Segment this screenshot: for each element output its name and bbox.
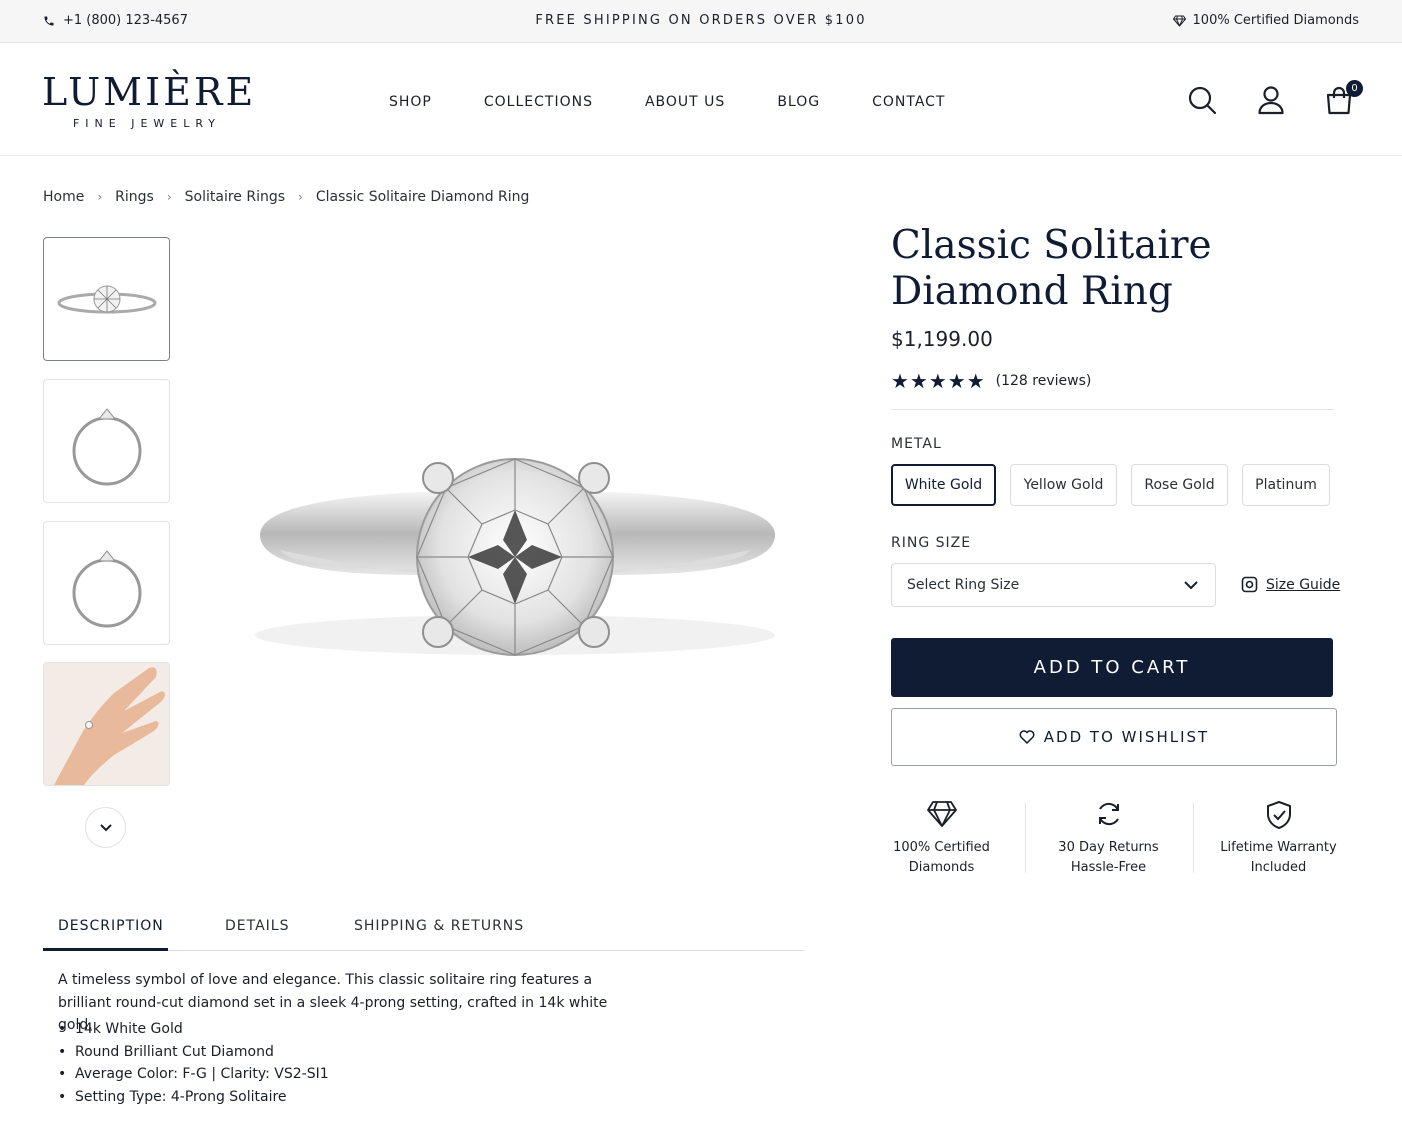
certified-badge: 100% Certified Diamonds: [1172, 13, 1359, 28]
list-item: Setting Type: 4-Prong Solitaire: [58, 1086, 329, 1109]
nav-about-us[interactable]: ABOUT US: [645, 94, 725, 110]
size-guide-label: Size Guide: [1266, 576, 1341, 593]
list-item: Average Color: F-G | Clarity: VS2-SI1: [58, 1063, 329, 1086]
feature-warranty-line2: Included: [1250, 860, 1307, 875]
cart-count-badge: 0: [1346, 80, 1363, 97]
breadcrumb-current: Classic Solitaire Diamond Ring: [315, 189, 530, 205]
chevron-right-icon: ›: [298, 190, 303, 204]
metal-option-yellow-gold[interactable]: Yellow Gold: [1010, 464, 1117, 506]
feature-returns: 30 Day Returns Hassle-Free: [1026, 800, 1191, 878]
shield-check-icon: [1266, 801, 1291, 829]
metal-label: METAL: [891, 436, 942, 452]
search-icon[interactable]: [1187, 85, 1219, 117]
diamond-icon: [926, 801, 957, 827]
tab-description[interactable]: DESCRIPTION: [58, 918, 164, 934]
tab-details[interactable]: DETAILS: [225, 918, 289, 934]
chevron-down-icon: [99, 823, 112, 831]
product-title: Classic Solitaire Diamond Ring: [891, 223, 1212, 314]
product-feature-list: 14k White Gold Round Brilliant Cut Diamo…: [58, 1018, 329, 1108]
feature-returns-line2: Hassle-Free: [1070, 860, 1147, 875]
breadcrumb-solitaire-rings[interactable]: Solitaire Rings: [185, 189, 285, 205]
nav-collections[interactable]: COLLECTIONS: [484, 94, 593, 110]
ring-size-selected-value: Select Ring Size: [907, 577, 1020, 593]
feature-warranty: Lifetime Warranty Included: [1196, 800, 1361, 878]
review-count: (128 reviews): [995, 373, 1092, 389]
logo-name: LUMIÈRE: [42, 70, 257, 114]
ring-size-select[interactable]: Select Ring Size: [891, 563, 1216, 607]
feature-certified: 100% Certified Diamonds: [859, 800, 1024, 878]
heart-icon: [1019, 730, 1035, 744]
divider: [891, 409, 1334, 410]
ruler-icon: [1241, 576, 1258, 593]
feature-certified-line2: Diamonds: [908, 860, 975, 875]
feature-warranty-line1: Lifetime Warranty: [1220, 840, 1337, 855]
thumbnail-side-view[interactable]: [43, 379, 170, 503]
main-product-image: [220, 380, 810, 740]
feature-certified-line1: 100% Certified: [893, 840, 990, 855]
active-tab-indicator: [43, 948, 168, 951]
thumbnail-on-hand[interactable]: [43, 662, 170, 786]
chevron-right-icon: ›: [97, 190, 103, 204]
thumbnail-profile-view[interactable]: [43, 521, 170, 645]
breadcrumb: Home › Rings › Solitaire Rings › Classic…: [43, 189, 529, 205]
metal-option-white-gold[interactable]: White Gold: [891, 464, 996, 506]
size-guide-link[interactable]: Size Guide: [1241, 576, 1340, 593]
logo-tagline: FINE JEWELRY: [72, 117, 222, 130]
feature-divider: [1193, 803, 1194, 873]
list-item: Round Brilliant Cut Diamond: [58, 1041, 329, 1064]
ring-size-label: RING SIZE: [891, 535, 972, 551]
cart-icon[interactable]: 0: [1324, 80, 1363, 117]
logo[interactable]: LUMIÈRE FINE JEWELRY: [42, 70, 257, 130]
certified-text: 100% Certified Diamonds: [1192, 13, 1359, 28]
thumbnail-top-view[interactable]: [43, 237, 170, 361]
product-tabs: DESCRIPTION DETAILS SHIPPING & RETURNS: [43, 905, 804, 951]
feature-returns-line1: 30 Day Returns: [1058, 840, 1159, 855]
star-rating-icons: ★★★★★: [891, 369, 986, 393]
main-nav: SHOP COLLECTIONS ABOUT US BLOG CONTACT: [389, 94, 945, 110]
returns-icon: [1098, 802, 1119, 826]
list-item: 14k White Gold: [58, 1018, 329, 1041]
nav-shop[interactable]: SHOP: [389, 94, 432, 110]
add-to-wishlist-button[interactable]: ADD TO WISHLIST: [891, 708, 1337, 766]
thumbnails-scroll-down-button[interactable]: [85, 807, 126, 848]
site-header: LUMIÈRE FINE JEWELRY SHOP COLLECTIONS AB…: [0, 43, 1402, 156]
breadcrumb-home[interactable]: Home: [43, 189, 84, 205]
tab-shipping-returns[interactable]: SHIPPING & RETURNS: [354, 918, 524, 934]
diamond-icon: [1172, 15, 1186, 26]
metal-option-rose-gold[interactable]: Rose Gold: [1131, 464, 1228, 506]
nav-blog[interactable]: BLOG: [777, 94, 820, 110]
nav-contact[interactable]: CONTACT: [872, 94, 945, 110]
account-icon[interactable]: [1256, 85, 1288, 117]
product-price: $1,199.00: [891, 327, 993, 351]
add-to-cart-button[interactable]: ADD TO CART: [891, 638, 1333, 697]
announcement-bar: +1 (800) 123-4567 FREE SHIPPING ON ORDER…: [0, 0, 1402, 43]
chevron-down-icon: [1184, 581, 1198, 590]
metal-option-platinum[interactable]: Platinum: [1242, 464, 1330, 506]
chevron-right-icon: ›: [166, 190, 172, 204]
breadcrumb-rings[interactable]: Rings: [115, 189, 154, 205]
add-to-wishlist-label: ADD TO WISHLIST: [1043, 728, 1210, 746]
product-rating[interactable]: ★★★★★ (128 reviews): [891, 369, 1091, 393]
